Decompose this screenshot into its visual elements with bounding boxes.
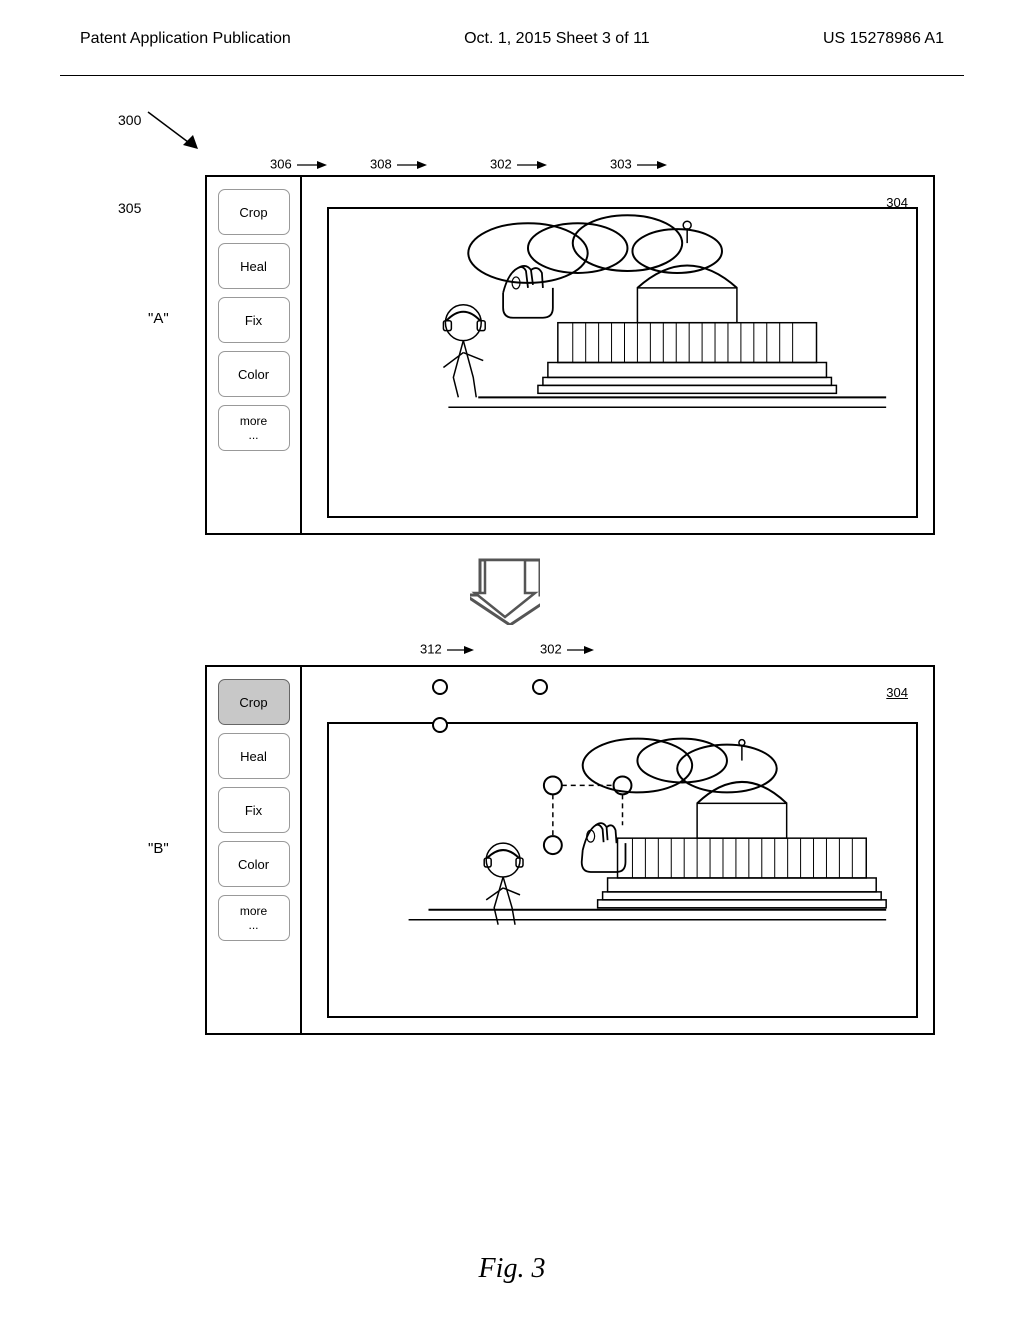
crop-handle-tr	[532, 679, 548, 695]
header-left: Patent Application Publication	[80, 30, 291, 48]
label-303: 303	[610, 155, 667, 175]
label-300: 300	[118, 112, 141, 130]
label-305: 305	[118, 200, 141, 218]
label-302-a: 302	[490, 155, 547, 175]
crop-handle-bl	[432, 717, 448, 733]
down-arrow-svg	[470, 555, 540, 625]
toolbar-a: Crop Heal Fix Color more...	[207, 177, 302, 533]
label-302-b: 302	[540, 640, 597, 660]
header-divider	[60, 75, 964, 76]
outer-box-a: Crop Heal Fix Color more... 304	[205, 175, 935, 535]
label-308: 308	[370, 155, 427, 175]
label-312: 312	[420, 640, 477, 660]
crop-handle-tl	[432, 679, 448, 695]
toolbar-b: Crop Heal Fix Color more...	[207, 667, 302, 1033]
crop-button-b[interactable]: Crop	[218, 679, 290, 725]
color-button-a[interactable]: Color	[218, 351, 290, 397]
label-b: "B"	[148, 840, 169, 857]
fix-button-a[interactable]: Fix	[218, 297, 290, 343]
scene-svg-a	[329, 209, 916, 516]
arrow-302-a	[517, 155, 547, 175]
content-b: 304	[302, 667, 933, 1033]
arrow-303	[637, 155, 667, 175]
inner-box-304-b	[327, 722, 918, 1018]
color-button-b[interactable]: Color	[218, 841, 290, 887]
down-arrow	[470, 555, 540, 630]
label-306: 306	[270, 155, 327, 175]
label-304-b: 304	[886, 685, 908, 700]
outer-box-b: Crop Heal Fix Color more... 304	[205, 665, 935, 1035]
crop-button-a[interactable]: Crop	[218, 189, 290, 235]
content-a: 304	[302, 177, 933, 533]
header-right: US 15278986 A1	[823, 30, 944, 48]
heal-button-b[interactable]: Heal	[218, 733, 290, 779]
more-button-a[interactable]: more...	[218, 405, 290, 451]
scene-svg-b	[329, 724, 916, 1016]
arrow-300-svg	[138, 107, 218, 157]
figure-label: Fig. 3	[479, 1253, 546, 1285]
arrow-312	[447, 640, 477, 660]
heal-button-a[interactable]: Heal	[218, 243, 290, 289]
header: Patent Application Publication Oct. 1, 2…	[0, 30, 1024, 48]
label-a: "A"	[148, 310, 169, 327]
arrow-308	[397, 155, 427, 175]
arrow-302-b	[567, 640, 597, 660]
more-button-b[interactable]: more...	[218, 895, 290, 941]
fix-button-b[interactable]: Fix	[218, 787, 290, 833]
arrow-306	[297, 155, 327, 175]
header-center: Oct. 1, 2015 Sheet 3 of 11	[464, 30, 650, 48]
inner-box-304-a	[327, 207, 918, 518]
